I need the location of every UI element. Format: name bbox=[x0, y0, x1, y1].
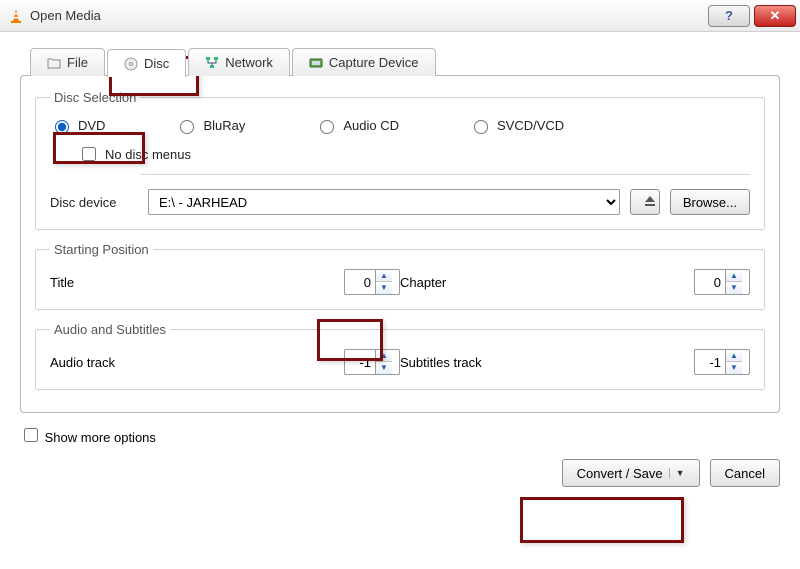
tab-network[interactable]: Network bbox=[188, 48, 290, 76]
disc-selection-group: Disc Selection DVD BluRay Audio CD SVCD/… bbox=[35, 90, 765, 230]
checkbox-show-more-options[interactable]: Show more options bbox=[20, 425, 156, 445]
audio-track-spinbox[interactable]: ▲▼ bbox=[344, 349, 400, 375]
close-button[interactable]: ✕ bbox=[754, 5, 796, 27]
disc-icon bbox=[124, 57, 138, 71]
starting-position-group: Starting Position Title ▲▼ Chapter ▲▼ bbox=[35, 242, 765, 310]
subtitles-track-spinbox[interactable]: ▲▼ bbox=[694, 349, 750, 375]
title-down[interactable]: ▼ bbox=[376, 282, 392, 294]
tab-disc-label: Disc bbox=[144, 56, 169, 71]
chapter-up[interactable]: ▲ bbox=[726, 270, 742, 282]
no-disc-menus-row: No disc menus bbox=[78, 144, 750, 164]
title-up[interactable]: ▲ bbox=[376, 270, 392, 282]
convert-save-button[interactable]: Convert / Save ▼ bbox=[562, 459, 700, 487]
audio-subtitles-legend: Audio and Subtitles bbox=[50, 322, 170, 337]
subs-up[interactable]: ▲ bbox=[726, 350, 742, 362]
disc-type-row: DVD BluRay Audio CD SVCD/VCD bbox=[50, 117, 750, 134]
tab-capture-label: Capture Device bbox=[329, 55, 419, 70]
subtitles-track-label: Subtitles track bbox=[400, 355, 482, 370]
eject-icon bbox=[643, 194, 657, 208]
title-label: Title bbox=[50, 275, 74, 290]
starting-position-row: Title ▲▼ Chapter ▲▼ bbox=[50, 269, 750, 295]
browse-button[interactable]: Browse... bbox=[670, 189, 750, 215]
network-icon bbox=[205, 56, 219, 70]
chapter-spinbox[interactable]: ▲▼ bbox=[694, 269, 750, 295]
disc-device-label: Disc device bbox=[50, 195, 138, 210]
radio-dvd[interactable]: DVD bbox=[50, 117, 105, 134]
annotation-highlight bbox=[520, 497, 684, 543]
title-input[interactable] bbox=[345, 275, 375, 290]
audio-down[interactable]: ▼ bbox=[376, 362, 392, 374]
dropdown-caret-icon: ▼ bbox=[669, 468, 685, 478]
eject-button[interactable] bbox=[630, 189, 660, 215]
separator bbox=[140, 174, 750, 175]
chapter-down[interactable]: ▼ bbox=[726, 282, 742, 294]
tab-file[interactable]: File bbox=[30, 48, 105, 76]
subs-down[interactable]: ▼ bbox=[726, 362, 742, 374]
disc-device-row: Disc device E:\ - JARHEAD Browse... bbox=[50, 189, 750, 215]
starting-position-legend: Starting Position bbox=[50, 242, 153, 257]
disc-device-select[interactable]: E:\ - JARHEAD bbox=[148, 189, 620, 215]
audio-track-input[interactable] bbox=[345, 355, 375, 370]
help-button[interactable]: ? bbox=[708, 5, 750, 27]
dialog-buttons: Convert / Save ▼ Cancel bbox=[20, 459, 780, 487]
audio-subtitles-group: Audio and Subtitles Audio track ▲▼ Subti… bbox=[35, 322, 765, 390]
chapter-input[interactable] bbox=[695, 275, 725, 290]
dialog-body: File Disc Network Capture Device Disc Se… bbox=[0, 32, 800, 501]
audio-subtitles-row: Audio track ▲▼ Subtitles track ▲▼ bbox=[50, 349, 750, 375]
window-title: Open Media bbox=[30, 8, 704, 23]
checkbox-no-disc-menus[interactable]: No disc menus bbox=[78, 144, 750, 164]
radio-bluray[interactable]: BluRay bbox=[175, 117, 245, 134]
tab-disc[interactable]: Disc bbox=[107, 49, 186, 77]
chapter-label: Chapter bbox=[400, 275, 446, 290]
folder-icon bbox=[47, 56, 61, 70]
tab-network-label: Network bbox=[225, 55, 273, 70]
tab-file-label: File bbox=[67, 55, 88, 70]
radio-audiocd[interactable]: Audio CD bbox=[315, 117, 399, 134]
radio-svcd[interactable]: SVCD/VCD bbox=[469, 117, 564, 134]
titlebar: Open Media ? ✕ bbox=[0, 0, 800, 32]
audio-up[interactable]: ▲ bbox=[376, 350, 392, 362]
cancel-button[interactable]: Cancel bbox=[710, 459, 780, 487]
title-spinbox[interactable]: ▲▼ bbox=[344, 269, 400, 295]
tab-strip: File Disc Network Capture Device bbox=[30, 48, 780, 76]
disc-selection-legend: Disc Selection bbox=[50, 90, 140, 105]
capture-icon bbox=[309, 56, 323, 70]
subtitles-track-input[interactable] bbox=[695, 355, 725, 370]
tab-capture[interactable]: Capture Device bbox=[292, 48, 436, 76]
dialog-footer: Show more options bbox=[20, 419, 780, 451]
tab-panel-disc: Disc Selection DVD BluRay Audio CD SVCD/… bbox=[20, 75, 780, 413]
audio-track-label: Audio track bbox=[50, 355, 115, 370]
vlc-cone-icon bbox=[8, 8, 24, 24]
